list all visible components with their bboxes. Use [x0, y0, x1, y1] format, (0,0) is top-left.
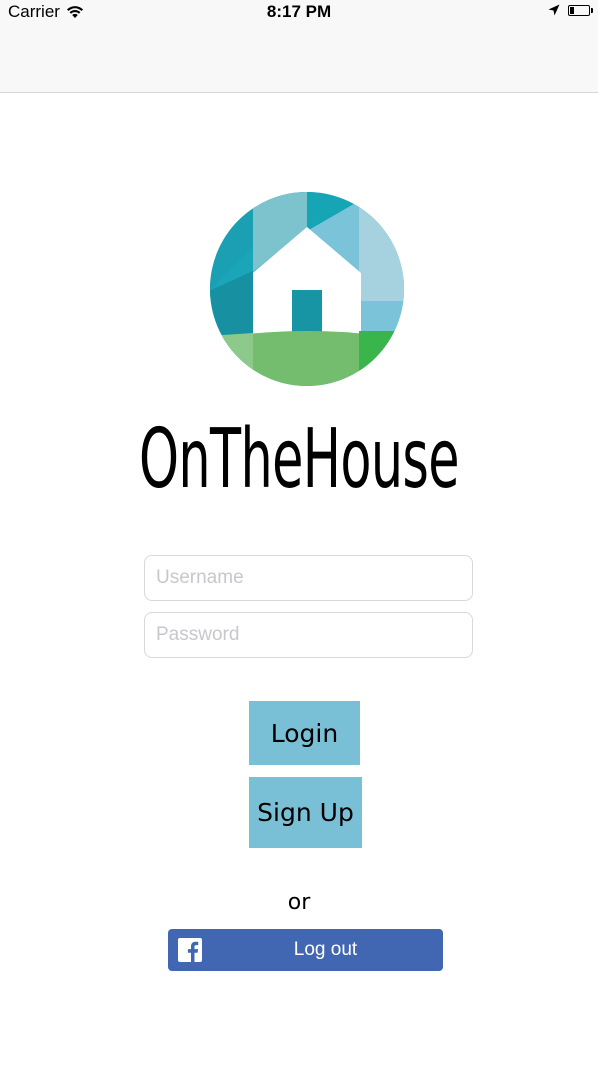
house-logo-icon	[210, 192, 404, 386]
battery-icon	[568, 4, 593, 16]
status-time: 8:17 PM	[266, 2, 332, 21]
navigation-bar: Carrier 8:17 PM	[0, 0, 598, 93]
app-title-text: OnTheHouse	[139, 412, 460, 507]
facebook-button-label: Log out	[293, 939, 358, 960]
status-right	[548, 4, 593, 16]
username-input[interactable]	[144, 555, 473, 601]
or-divider-label: or	[287, 890, 311, 915]
facebook-logout-button[interactable]: Log out	[168, 929, 443, 971]
login-button[interactable]: Login	[249, 701, 360, 765]
app-title: OnTheHouse	[0, 412, 598, 508]
location-arrow-icon	[548, 4, 560, 16]
signup-button[interactable]: Sign Up	[249, 777, 362, 848]
password-input[interactable]	[144, 612, 473, 658]
login-screen: Carrier 8:17 PM OnTheHouse Username Logi…	[0, 0, 598, 1068]
facebook-icon	[178, 938, 202, 962]
